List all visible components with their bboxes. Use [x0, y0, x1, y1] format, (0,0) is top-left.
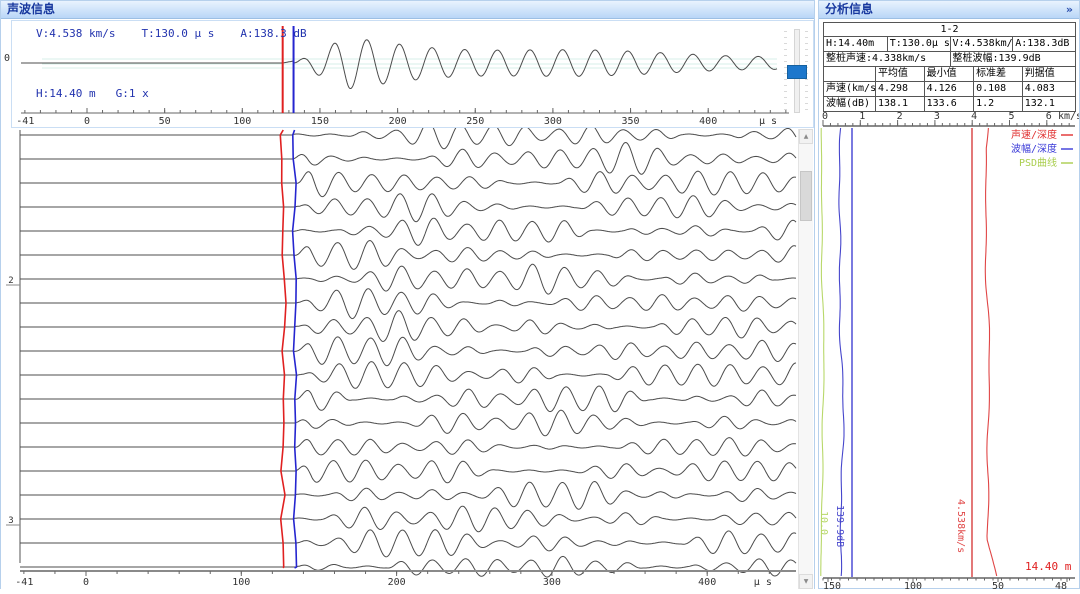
- readout-velocity: V:4.538 km/s: [36, 27, 115, 40]
- readout-amplitude: A:138.3 dB: [240, 27, 306, 40]
- svg-text:1: 1: [859, 111, 865, 122]
- svg-text:400: 400: [699, 116, 717, 127]
- stat-row-label: 声速(km/s): [824, 82, 875, 96]
- scrollbar-thumb[interactable]: [800, 171, 812, 221]
- svg-text:350: 350: [622, 116, 640, 127]
- sound-wave-panel: 声波信息 0 0 50 100 150 200 250 300 350 400 -41 μ s V:…: [0, 0, 815, 589]
- svg-text:50: 50: [159, 116, 171, 127]
- svg-text:-41: -41: [15, 577, 33, 588]
- svg-text:50: 50: [992, 581, 1004, 590]
- svg-text:100: 100: [904, 581, 922, 590]
- svg-text:-41: -41: [16, 116, 34, 127]
- stat-header-cell: 判据值: [1022, 67, 1075, 81]
- analysis-table: 1-2H:14.40mT:130.0μ sV:4.538km/sA:138.3d…: [823, 22, 1076, 112]
- amplitude-zero-label: 0: [4, 53, 10, 64]
- stat-header-cell: [824, 67, 875, 81]
- summary-cell: V:4.538km/s: [950, 37, 1013, 51]
- svg-text:2: 2: [8, 276, 13, 286]
- svg-text:300: 300: [544, 116, 562, 127]
- svg-text:100: 100: [233, 116, 251, 127]
- analysis-panel-header: 分析信息 »: [819, 1, 1079, 19]
- svg-text:400: 400: [698, 577, 716, 588]
- waterfall-view[interactable]: 2 3 0 100 200 300 400 -41 μ s ▲ ▼: [1, 128, 814, 590]
- stat-value-cell: 0.108: [973, 82, 1022, 96]
- stat-header-cell: 标准差: [973, 67, 1022, 81]
- svg-text:μ s: μ s: [754, 577, 772, 588]
- profile-chart-plot[interactable]: 0 1 2 3 4 5 6 km/s 150 100 50 48 声速/深度波幅/深度PSD曲线 10.0…: [819, 109, 1079, 590]
- gain-slider[interactable]: [784, 29, 808, 113]
- svg-text:4.538km/s: 4.538km/s: [955, 499, 966, 553]
- panel-collapse-button[interactable]: »: [1066, 1, 1073, 18]
- svg-text:150: 150: [823, 581, 841, 590]
- svg-text:10.0: 10.0: [819, 511, 829, 535]
- svg-text:声速/深度: 声速/深度: [1011, 128, 1057, 141]
- readout-gain: G:1 x: [116, 87, 149, 100]
- pile-average-cell: 整桩波幅:139.9dB: [950, 52, 1076, 66]
- app-root: 声波信息 0 050100150200250300350400-41μ s V:…: [0, 0, 1080, 591]
- svg-text:300: 300: [543, 577, 561, 588]
- summary-cell: T:130.0μ s: [887, 37, 950, 51]
- svg-text:0: 0: [84, 116, 90, 127]
- gain-slider-thumb[interactable]: [787, 65, 807, 79]
- readout-depth: H:14.40 m: [36, 87, 96, 100]
- svg-text:μ s: μ s: [759, 116, 777, 127]
- stat-value-cell: 4.083: [1022, 82, 1075, 96]
- waterfall-plot[interactable]: 2 3 0 100 200 300 400 -41 μ s: [1, 128, 814, 590]
- waveform-readout-line1: V:4.538 km/s T:130.0 μ s A:138.3 dB: [36, 27, 307, 40]
- svg-text:3: 3: [8, 516, 13, 526]
- current-waveform-view[interactable]: 0 50 100 150 200 250 300 350 400 -41 μ s V:4.538 k…: [11, 20, 814, 128]
- sound-wave-panel-header: 声波信息: [1, 1, 814, 19]
- scroll-down-button[interactable]: ▼: [799, 574, 813, 589]
- svg-text:km/s: km/s: [1058, 111, 1079, 122]
- svg-text:200: 200: [389, 116, 407, 127]
- analysis-panel: 分析信息 » 1-2H:14.40mT:130.0μ sV:4.538km/sA…: [818, 0, 1080, 589]
- svg-text:2: 2: [897, 111, 903, 122]
- svg-text:200: 200: [388, 577, 406, 588]
- stat-value-cell: 4.126: [924, 82, 973, 96]
- readout-time: T:130.0 μ s: [141, 27, 214, 40]
- svg-text:波幅/深度: 波幅/深度: [1011, 142, 1057, 155]
- profile-chart-view[interactable]: 0 1 2 3 4 5 6 km/s 150 100 50 48 声速/深度波幅/深度PSD曲线 10.0…: [819, 109, 1079, 590]
- pile-average-cell: 整桩声速:4.338km/s: [824, 52, 950, 66]
- svg-text:250: 250: [466, 116, 484, 127]
- svg-text:6: 6: [1046, 111, 1052, 122]
- scroll-up-button[interactable]: ▲: [799, 129, 813, 144]
- svg-text:150: 150: [311, 116, 329, 127]
- summary-cell: H:14.40m: [824, 37, 887, 51]
- summary-cell: A:138.3dB: [1012, 37, 1075, 51]
- sound-wave-panel-title: 声波信息: [7, 2, 55, 16]
- svg-text:100: 100: [232, 577, 250, 588]
- profile-pair-cell: 1-2: [824, 23, 1075, 36]
- svg-text:4: 4: [971, 111, 977, 122]
- stat-value-cell: 4.298: [875, 82, 924, 96]
- svg-text:139.9dB: 139.9dB: [834, 505, 845, 547]
- waterfall-scrollbar[interactable]: ▲ ▼: [798, 129, 813, 589]
- stat-header-cell: 平均值: [875, 67, 924, 81]
- svg-text:PSD曲线: PSD曲线: [1019, 156, 1057, 169]
- svg-text:0: 0: [83, 577, 89, 588]
- svg-text:3: 3: [934, 111, 940, 122]
- stat-header-cell: 最小值: [924, 67, 973, 81]
- svg-text:0: 0: [822, 111, 828, 122]
- svg-text:5: 5: [1008, 111, 1014, 122]
- waveform-readout-line2: H:14.40 m G:1 x: [36, 87, 149, 100]
- svg-text:14.40 m: 14.40 m: [1025, 560, 1072, 573]
- svg-text:48: 48: [1055, 581, 1067, 590]
- analysis-panel-title: 分析信息: [825, 2, 873, 16]
